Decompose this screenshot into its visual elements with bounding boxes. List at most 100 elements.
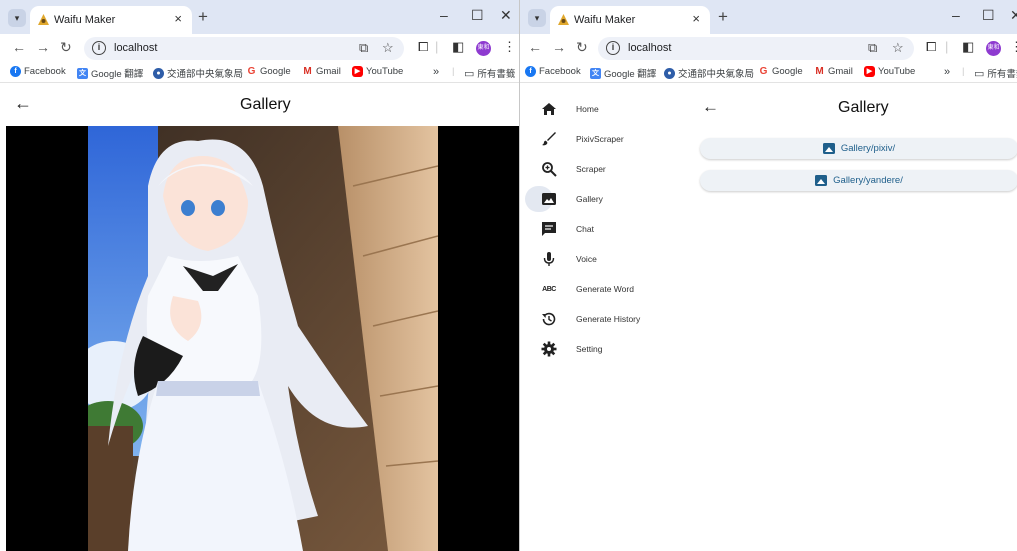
minimize-icon[interactable]: – bbox=[952, 7, 960, 23]
nav-label-generate-history: Generate History bbox=[576, 314, 641, 324]
nav-item-generate-word[interactable]: ABC Generate Word bbox=[525, 276, 693, 302]
nav-item-home[interactable]: Home bbox=[525, 96, 693, 122]
navigation-drawer: Home PixivScraper Scraper Gallery Chat V… bbox=[520, 89, 698, 551]
tab-title: Waifu Maker bbox=[574, 14, 636, 26]
minimize-icon[interactable]: – bbox=[440, 7, 448, 23]
google-icon: G bbox=[246, 66, 257, 77]
back-icon[interactable]: ← bbox=[528, 39, 542, 55]
nav-label-pixivscraper: PixivScraper bbox=[576, 134, 624, 144]
bookmark-youtube[interactable]: ▶ YouTube bbox=[352, 66, 403, 77]
gear-icon bbox=[541, 341, 557, 357]
toolbar-divider: | bbox=[945, 39, 949, 54]
menu-icon[interactable]: ⋮ bbox=[1010, 39, 1017, 55]
bookmark-facebook[interactable]: f Facebook bbox=[10, 66, 66, 77]
nav-item-scraper[interactable]: Scraper bbox=[525, 156, 693, 182]
bookmark-youtube[interactable]: ▶ YouTube bbox=[864, 66, 915, 77]
image-icon bbox=[542, 193, 556, 205]
bookmark-divider: | bbox=[962, 66, 965, 77]
nav-item-gallery[interactable]: Gallery bbox=[525, 186, 693, 212]
new-tab-icon[interactable]: + bbox=[718, 7, 728, 27]
browser-tab[interactable]: Waifu Maker × bbox=[550, 6, 710, 34]
bookmarks-overflow[interactable]: » bbox=[944, 66, 950, 78]
tab-close-icon[interactable]: × bbox=[692, 11, 700, 26]
nav-item-generate-history[interactable]: Generate History bbox=[525, 306, 693, 332]
nav-label-setting: Setting bbox=[576, 344, 603, 354]
google-icon: G bbox=[758, 66, 769, 77]
bookmarks-overflow[interactable]: » bbox=[433, 66, 439, 78]
maximize-icon[interactable]: ☐ bbox=[982, 7, 995, 24]
nav-label-scraper: Scraper bbox=[576, 164, 606, 174]
close-window-icon[interactable]: ✕ bbox=[500, 7, 512, 24]
bookmark-star-icon[interactable]: ☆ bbox=[382, 40, 394, 56]
reload-icon[interactable]: ↻ bbox=[60, 39, 72, 56]
nav-item-chat[interactable]: Chat bbox=[525, 216, 693, 242]
address-bar[interactable]: i localhost ⧉ ☆ bbox=[598, 37, 914, 60]
gallery-image[interactable] bbox=[88, 126, 438, 551]
reload-icon[interactable]: ↻ bbox=[576, 39, 588, 56]
bookmark-google-translate[interactable]: 文 Google 翻譯 bbox=[77, 66, 143, 80]
menu-icon[interactable]: ⋮ bbox=[503, 39, 516, 55]
zoom-icon bbox=[542, 162, 557, 177]
bookmark-google[interactable]: G Google bbox=[246, 66, 291, 77]
bookmark-cwb[interactable]: ● 交通部中央氣象局 bbox=[664, 66, 754, 80]
tab-search-button[interactable]: ▾ bbox=[528, 9, 546, 27]
tab-strip: ▾ Waifu Maker × + – ☐ ✕ bbox=[0, 0, 519, 34]
tab-close-icon[interactable]: × bbox=[174, 11, 182, 26]
page-title: Gallery bbox=[240, 96, 291, 113]
bookmark-star-icon[interactable]: ☆ bbox=[892, 40, 904, 56]
folder-icon: ▭ bbox=[974, 67, 985, 80]
browser-tab[interactable]: Waifu Maker × bbox=[30, 6, 192, 34]
nav-item-voice[interactable]: Voice bbox=[525, 246, 693, 272]
bookmark-cwb[interactable]: ● 交通部中央氣象局 bbox=[153, 66, 243, 80]
tab-title: Waifu Maker bbox=[54, 14, 116, 26]
tab-strip: ▾ Waifu Maker × + – ☐ ✕ bbox=[520, 0, 1017, 34]
bookmark-divider: | bbox=[452, 66, 455, 77]
bookmark-google-translate[interactable]: 文 Google 翻譯 bbox=[590, 66, 656, 80]
bookmark-google[interactable]: G Google bbox=[758, 66, 803, 77]
image-icon bbox=[822, 143, 835, 154]
bookmark-gmail[interactable]: M Gmail bbox=[302, 66, 341, 77]
gallery-folder-label: Gallery/yandere/ bbox=[833, 175, 903, 186]
profile-avatar[interactable]: 東和 bbox=[986, 41, 1001, 56]
youtube-icon: ▶ bbox=[864, 66, 875, 77]
profile-avatar[interactable]: 東和 bbox=[476, 41, 491, 56]
app-bar: ← Gallery bbox=[0, 83, 519, 126]
nav-item-pixivscraper[interactable]: PixivScraper bbox=[525, 126, 693, 152]
gallery-folder-yandere-button[interactable]: Gallery/yandere/ bbox=[700, 170, 1017, 191]
address-bar[interactable]: i localhost ⧉ ☆ bbox=[84, 37, 404, 60]
side-panel-icon[interactable]: ◧ bbox=[962, 39, 974, 55]
chat-icon bbox=[542, 222, 556, 236]
install-app-icon[interactable]: ⧉ bbox=[868, 40, 877, 56]
gallery-content: ← Gallery Gallery/pixiv/ Gallery/yandere… bbox=[698, 89, 1017, 551]
site-info-icon[interactable]: i bbox=[92, 41, 106, 55]
back-icon[interactable]: ← bbox=[12, 39, 26, 55]
bookmark-facebook[interactable]: f Facebook bbox=[525, 66, 581, 77]
translate-icon: 文 bbox=[77, 67, 88, 79]
extensions-icon[interactable]: ⧠ bbox=[418, 39, 428, 55]
nav-label-voice: Voice bbox=[576, 254, 597, 264]
bookmark-gmail[interactable]: M Gmail bbox=[814, 66, 853, 77]
gallery-folder-pixiv-button[interactable]: Gallery/pixiv/ bbox=[700, 138, 1017, 159]
tab-search-button[interactable]: ▾ bbox=[8, 9, 26, 27]
toolbar-divider: | bbox=[435, 39, 439, 54]
install-app-icon[interactable]: ⧉ bbox=[359, 40, 368, 56]
side-panel-icon[interactable]: ◧ bbox=[452, 39, 464, 55]
new-tab-icon[interactable]: + bbox=[198, 7, 208, 27]
maximize-icon[interactable]: ☐ bbox=[471, 7, 484, 24]
bookmarks-bar: f Facebook 文 Google 翻譯 ● 交通部中央氣象局 G Google M… bbox=[0, 63, 519, 83]
image-icon bbox=[815, 175, 828, 186]
all-bookmarks-folder[interactable]: ▭所有書籤 bbox=[464, 66, 515, 81]
page-title: Gallery bbox=[838, 99, 889, 116]
close-window-icon[interactable]: ✕ bbox=[1010, 7, 1017, 24]
all-bookmarks-folder[interactable]: ▭所有書籤 bbox=[974, 66, 1017, 81]
app-back-arrow-icon[interactable]: ← bbox=[14, 93, 32, 114]
forward-icon[interactable]: → bbox=[552, 39, 566, 55]
site-info-icon[interactable]: i bbox=[606, 41, 620, 55]
app-back-arrow-icon[interactable]: ← bbox=[702, 97, 719, 117]
cwb-icon: ● bbox=[664, 67, 675, 79]
url-text: localhost bbox=[628, 42, 672, 54]
extensions-icon[interactable]: ⧠ bbox=[926, 39, 936, 55]
forward-icon[interactable]: → bbox=[36, 39, 50, 55]
gmail-icon: M bbox=[814, 66, 825, 77]
nav-item-setting[interactable]: Setting bbox=[525, 336, 693, 362]
